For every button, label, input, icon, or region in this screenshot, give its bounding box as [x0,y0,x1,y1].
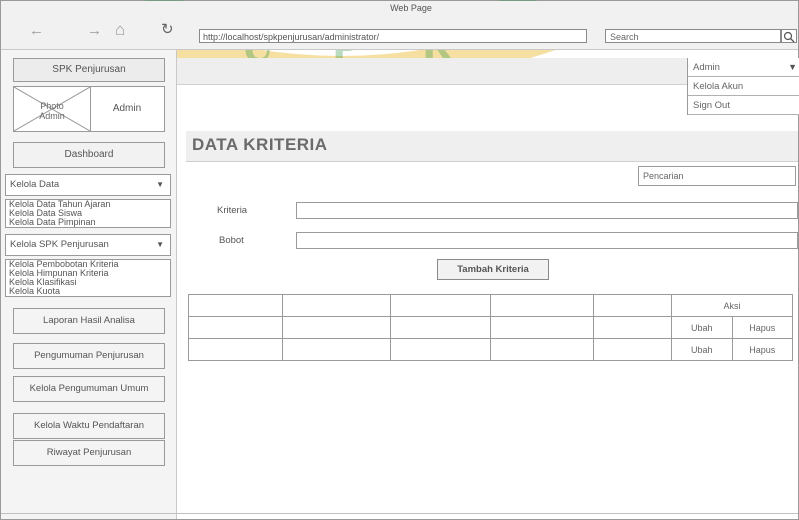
sidebar: SPK Penjurusan Photo Admin Admin Dashboa… [1,50,177,519]
kriteria-input[interactable] [296,202,798,219]
table-header-cell [593,294,672,317]
table-cell [390,316,491,339]
table-header-cell [188,294,283,317]
table-cell [188,316,283,339]
search-icon [783,31,795,43]
kelola-spk-label: Kelola SPK Penjurusan [10,239,109,250]
hapus-button[interactable]: Hapus [731,316,793,339]
chevron-down-icon: ▼ [788,62,797,72]
window-title: Web Page [390,3,432,13]
table-header-cell [490,294,594,317]
riwayat-button[interactable]: Riwayat Penjurusan [13,440,165,466]
kelola-data-label: Kelola Data [10,179,60,190]
forward-arrow-icon[interactable]: → [87,23,102,39]
kriteria-label: Kriteria [217,205,248,216]
app-window: U P R Web Page ← → ⌂ ↻ http://localhost/… [0,0,799,520]
home-icon[interactable]: ⌂ [115,21,125,38]
kelola-spk-dropdown[interactable]: Kelola SPK Penjurusan ▼ [5,234,171,256]
ubah-button[interactable]: Ubah [671,338,733,361]
kelola-data-dropdown[interactable]: Kelola Data ▼ [5,174,171,196]
waktu-pendaftaran-button[interactable]: Kelola Waktu Pendaftaran [13,413,165,439]
pengumuman-penjurusan-button[interactable]: Pengumuman Penjurusan [13,343,165,369]
kelola-data-list: Kelola Data Tahun Ajaran Kelola Data Sis… [5,199,171,228]
table-row: Ubah Hapus [188,316,793,339]
table-header-row: Aksi [188,294,793,317]
chevron-down-icon: ▼ [156,240,164,249]
back-arrow-icon[interactable]: ← [29,23,44,39]
pengumuman-umum-button[interactable]: Kelola Pengumuman Umum [13,376,165,402]
bobot-input[interactable] [296,232,798,249]
kelola-spk-list: Kelola Pembobotan Kriteria Kelola Himpun… [5,259,171,297]
sidebar-item-data-pimpinan[interactable]: Kelola Data Pimpinan [6,218,170,227]
bobot-label: Bobot [219,235,244,246]
browser-toolbar: Web Page ← → ⌂ ↻ http://localhost/spkpen… [1,1,798,50]
table-cell [490,338,594,361]
table-cell [282,316,391,339]
photo-label: Photo Admin [39,101,65,121]
url-bar[interactable]: http://localhost/spkpenjurusan/administr… [199,29,587,43]
brand-title: SPK Penjurusan [13,58,165,82]
admin-menu: Admin ▼ Kelola Akun Sign Out [687,58,799,115]
laporan-button[interactable]: Laporan Hasil Analisa [13,308,165,334]
menu-item-sign-out[interactable]: Sign Out [688,96,799,115]
table-cell [490,316,594,339]
footer-divider [1,513,798,514]
menu-item-kelola-akun[interactable]: Kelola Akun [688,77,799,96]
aksi-header: Aksi [671,294,793,317]
chevron-down-icon: ▼ [156,180,164,189]
sidebar-item-kuota[interactable]: Kelola Kuota [6,287,170,296]
ubah-button[interactable]: Ubah [671,316,733,339]
tambah-kriteria-button[interactable]: Tambah Kriteria [437,259,549,280]
table-header-cell [282,294,391,317]
admin-name: Admin [112,103,142,114]
admin-menu-toggle[interactable]: Admin ▼ [688,58,799,77]
page-title: DATA KRITERIA [192,135,328,154]
admin-profile: Photo Admin Admin [13,86,165,132]
kriteria-table: Aksi Ubah Hapus Ubah Hapus [188,294,793,361]
table-cell [390,338,491,361]
table-cell [593,316,672,339]
table-cell [188,338,283,361]
search-button[interactable] [781,29,797,43]
search-input[interactable]: Pencarian [638,166,796,186]
hapus-button[interactable]: Hapus [731,338,793,361]
admin-menu-label: Admin [693,62,720,73]
table-header-cell [390,294,491,317]
page-header: DATA KRITERIA [186,131,798,162]
admin-photo: Photo Admin [14,87,91,131]
table-row: Ubah Hapus [188,338,793,361]
browser-search-input[interactable]: Search [605,29,781,43]
reload-icon[interactable]: ↻ [161,22,174,38]
table-cell [593,338,672,361]
table-cell [282,338,391,361]
dashboard-button[interactable]: Dashboard [13,142,165,168]
